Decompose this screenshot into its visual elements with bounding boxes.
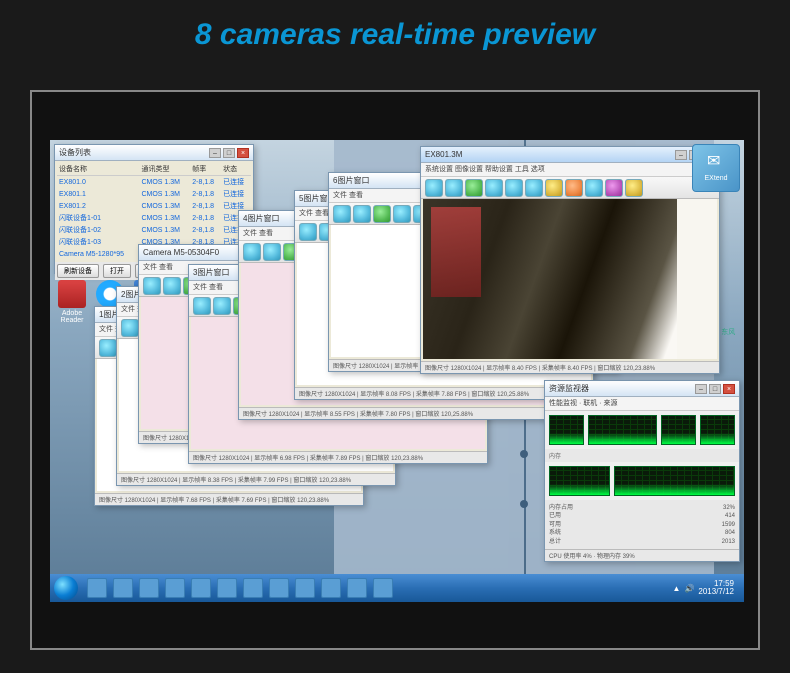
- taskbar-item[interactable]: [243, 578, 263, 598]
- windows-taskbar[interactable]: ▲ 🔊 17:59 2013/7/12: [50, 574, 744, 602]
- cpu-graph-icon: [700, 415, 735, 445]
- page-header: 8 cameras real-time preview: [0, 0, 790, 70]
- cpu-graph-icon: [549, 415, 584, 445]
- screenshot-frame: Adobe Reader QQ 图像中心 设备列表 –□× 设备名称通讯类型帧率…: [30, 90, 760, 650]
- windows-desktop[interactable]: Adobe Reader QQ 图像中心 设备列表 –□× 设备名称通讯类型帧率…: [50, 140, 744, 602]
- taskbar-item[interactable]: [347, 578, 367, 598]
- tool-icon[interactable]: [445, 179, 463, 197]
- device-button[interactable]: 刷新设备: [57, 264, 99, 278]
- toolbar: [421, 177, 719, 199]
- status-bar: 图像尺寸 1280X1024 | 显示帧率 8.40 FPS | 采集帧率 8.…: [421, 361, 719, 373]
- mem-graph-icon: [614, 466, 735, 496]
- tool-icon[interactable]: [425, 179, 443, 197]
- table-row[interactable]: 闪联设备1-02CMOS 1.3M2-8,1.8已连接: [57, 224, 251, 236]
- tool-icon[interactable]: [565, 179, 583, 197]
- table-header: 帧率: [190, 163, 221, 176]
- minimize-icon[interactable]: –: [675, 150, 687, 160]
- zoom-in-icon[interactable]: [505, 179, 523, 197]
- tool-icon[interactable]: [625, 179, 643, 197]
- camera-feed: [423, 199, 717, 359]
- extend-widget[interactable]: EXtend: [692, 144, 740, 192]
- desktop-icon-adobe[interactable]: Adobe Reader: [54, 280, 90, 324]
- table-header: 通讯类型: [139, 163, 190, 176]
- tool-icon[interactable]: [545, 179, 563, 197]
- table-row[interactable]: EX801.1CMOS 1.3M2-8,1.8已连接: [57, 188, 251, 200]
- taskbar-item[interactable]: [217, 578, 237, 598]
- cpu-graph-icon: [588, 415, 656, 445]
- tray-icon[interactable]: 🔊: [684, 584, 694, 593]
- mem-graph-icon: [549, 466, 610, 496]
- close-icon[interactable]: ×: [237, 148, 249, 158]
- stat-row: 系统804: [549, 529, 735, 537]
- taskbar-item[interactable]: [191, 578, 211, 598]
- tool-icon[interactable]: [585, 179, 603, 197]
- system-tray[interactable]: ▲ 🔊 17:59 2013/7/12: [673, 580, 740, 596]
- table-row[interactable]: EX801.0CMOS 1.3M2-8,1.8已连接: [57, 176, 251, 189]
- taskbar-item[interactable]: [321, 578, 341, 598]
- tool-icon[interactable]: [485, 179, 503, 197]
- table-row[interactable]: EX801.2CMOS 1.3M2-8,1.8已连接: [57, 200, 251, 212]
- table-header: 设备名称: [57, 163, 139, 176]
- monitor-stats: 内存占用32%已用414可用1599系统804总计2013: [545, 500, 739, 550]
- menu-bar[interactable]: 系统设置 图像设置 帮助设置 工具 选项: [421, 163, 719, 177]
- play-icon[interactable]: [465, 179, 483, 197]
- taskbar-item[interactable]: [87, 578, 107, 598]
- taskbar-item[interactable]: [269, 578, 289, 598]
- stat-row: 内存占用32%: [549, 504, 735, 512]
- taskbar-item[interactable]: [295, 578, 315, 598]
- table-header: 状态: [221, 163, 251, 176]
- cpu-graph-icon: [661, 415, 696, 445]
- cpu-graphs: [545, 411, 739, 449]
- resource-monitor-window[interactable]: 资源监视器–□× 性能监视 · 联机 · 来源 内存 内存占用32%已用414可…: [544, 380, 740, 562]
- taskbar-item[interactable]: [113, 578, 133, 598]
- stat-row: 可用1599: [549, 521, 735, 529]
- device-button[interactable]: 打开: [103, 264, 131, 278]
- page-title: 8 cameras real-time preview: [0, 18, 790, 52]
- window-titlebar[interactable]: 设备列表 –□×: [55, 145, 253, 161]
- minimize-icon[interactable]: –: [209, 148, 221, 158]
- zoom-out-icon[interactable]: [525, 179, 543, 197]
- main-camera-window[interactable]: EX801.3M –□× 系统设置 图像设置 帮助设置 工具 选项 图像尺寸 1…: [420, 146, 720, 374]
- start-button-icon[interactable]: [54, 576, 78, 600]
- window-titlebar[interactable]: EX801.3M –□×: [421, 147, 719, 163]
- taskbar-item[interactable]: [165, 578, 185, 598]
- stat-row: 已用414: [549, 512, 735, 520]
- taskbar-item[interactable]: [373, 578, 393, 598]
- table-row[interactable]: 闪联设备1-01CMOS 1.3M2-8,1.8已连接: [57, 212, 251, 224]
- tray-icon[interactable]: ▲: [673, 584, 681, 593]
- maximize-icon[interactable]: □: [223, 148, 235, 158]
- tool-icon[interactable]: [605, 179, 623, 197]
- taskbar-item[interactable]: [139, 578, 159, 598]
- stat-row: 总计2013: [549, 538, 735, 546]
